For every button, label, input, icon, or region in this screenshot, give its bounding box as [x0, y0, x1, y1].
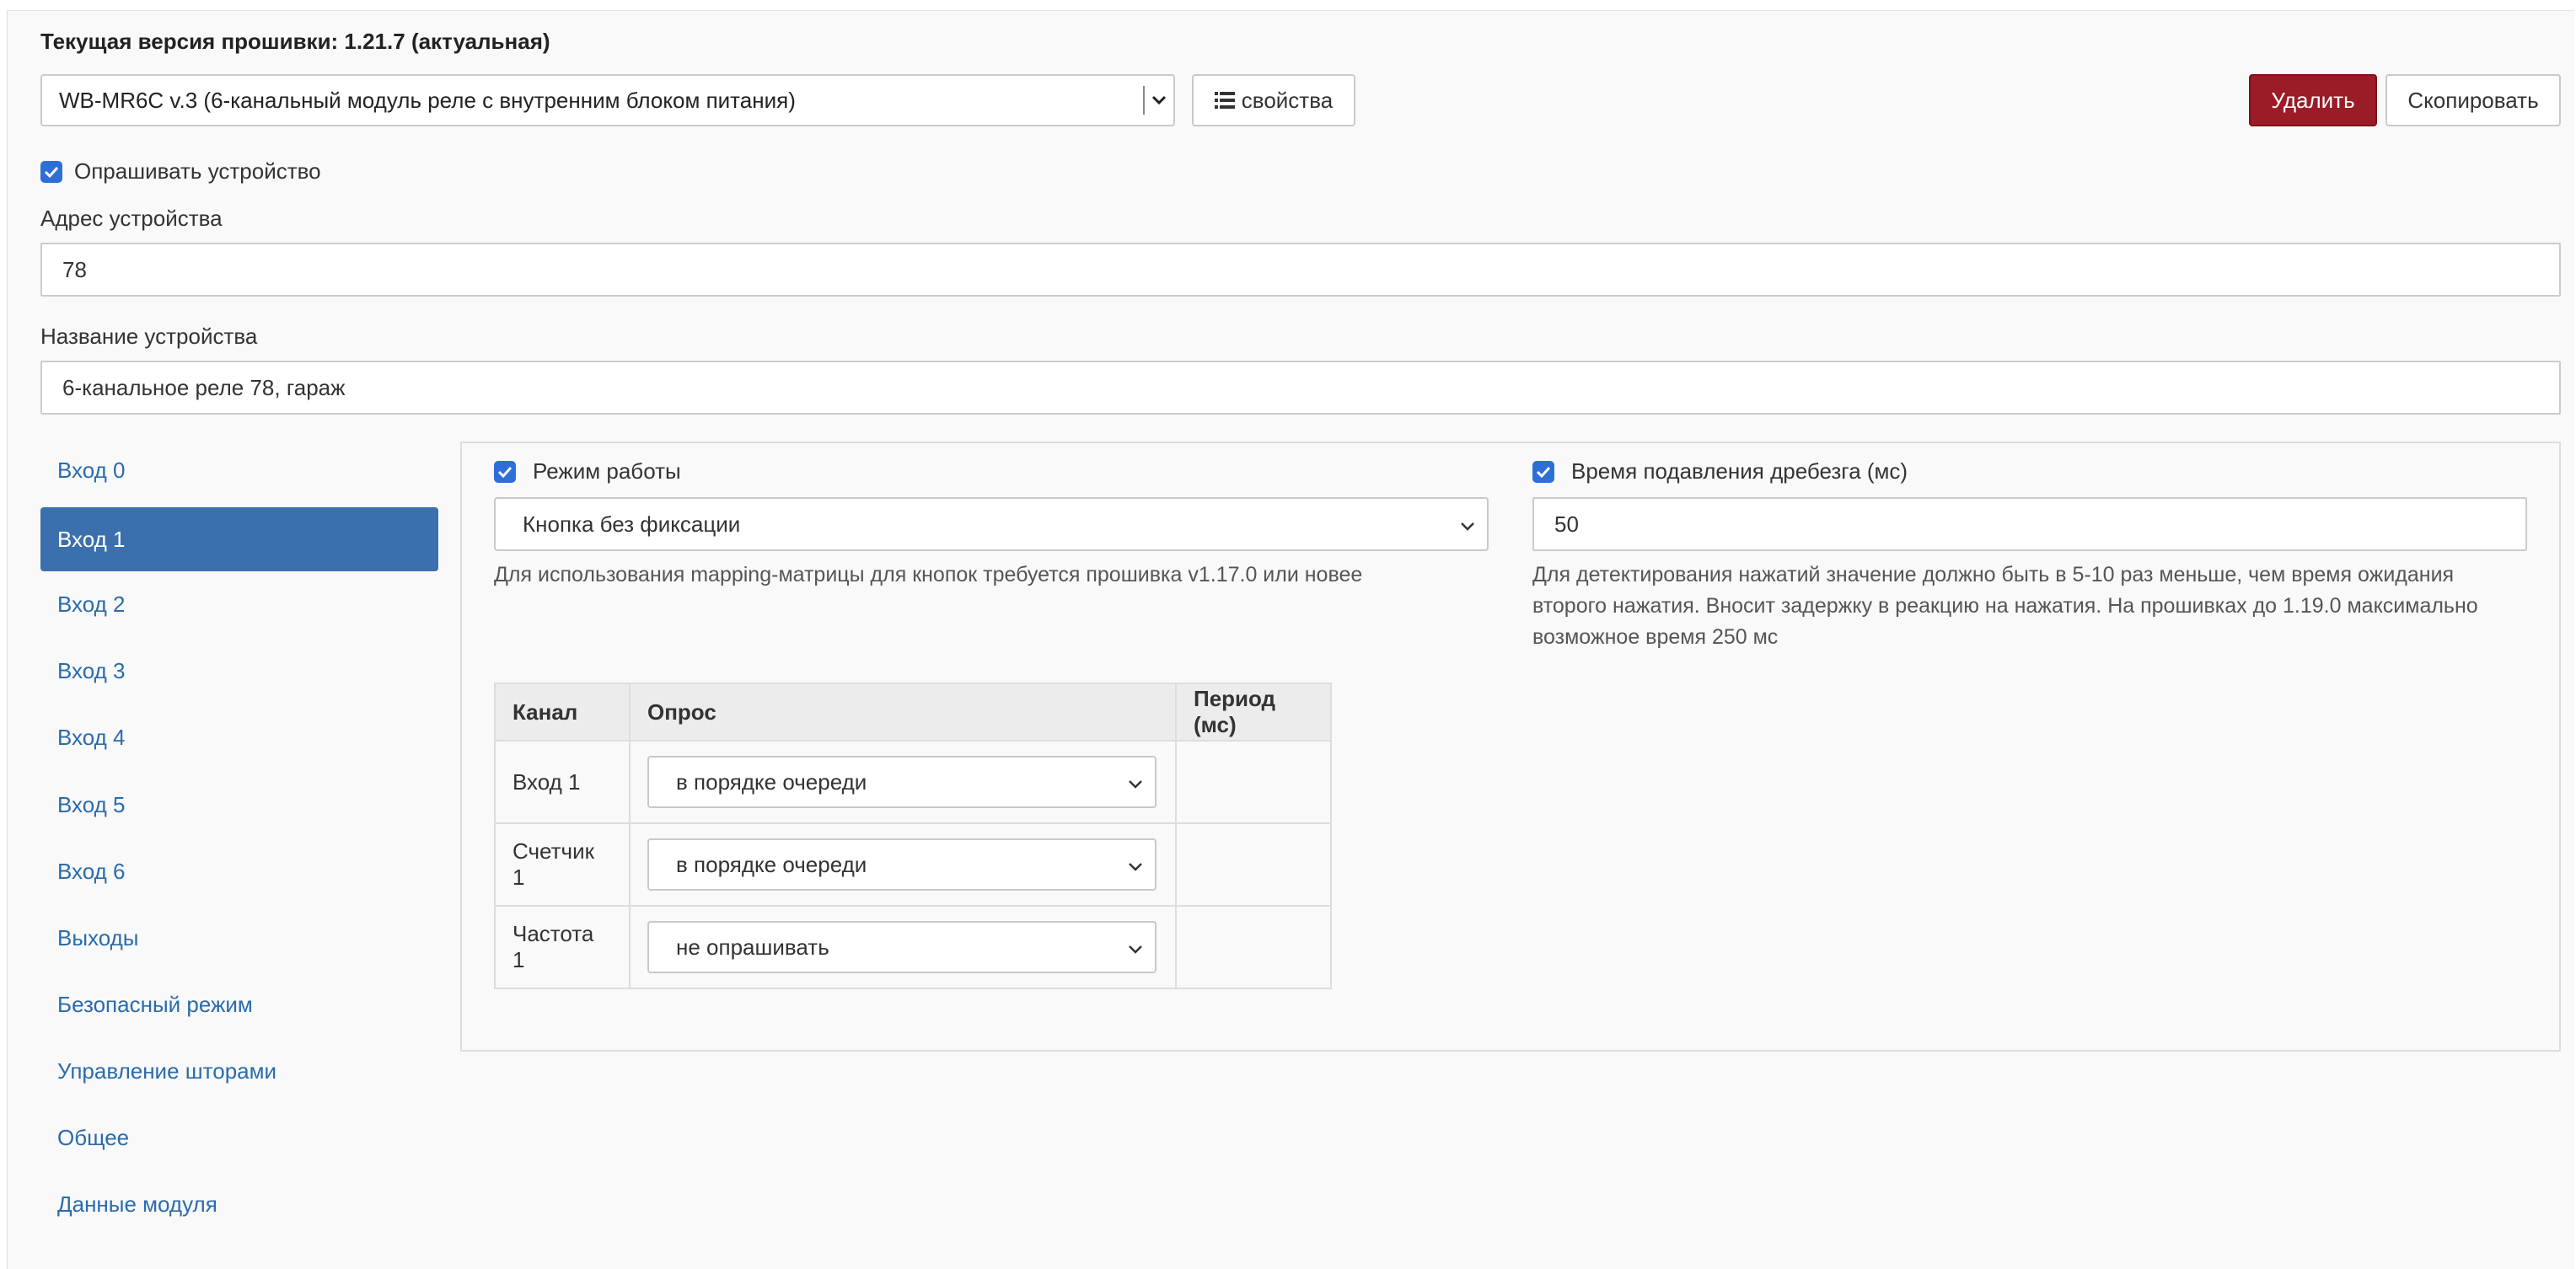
device-type-select[interactable]: WB-MR6C v.3 (6-канальный модуль реле с в… — [40, 74, 1175, 126]
poll-cell: в порядке очереди — [629, 822, 1177, 907]
period-cell[interactable] — [1175, 740, 1332, 824]
nav-item-outputs[interactable]: Выходы — [40, 906, 438, 970]
delete-button[interactable]: Удалить — [2249, 74, 2377, 126]
column-header-period: Период (мс) — [1175, 683, 1332, 742]
table-row: Счетчик 1 в порядке очереди — [494, 822, 1332, 907]
copy-button[interactable]: Скопировать — [2385, 74, 2561, 126]
properties-label: свойства — [1241, 87, 1334, 113]
mode-help: Для использования mapping-матрицы для кн… — [494, 563, 1363, 586]
debounce-help: Для детектирования нажатий значение долж… — [1532, 560, 2544, 653]
poll-select[interactable]: не опрашивать — [647, 921, 1157, 973]
column-header-poll: Опрос — [629, 683, 1177, 742]
period-cell[interactable] — [1175, 905, 1332, 989]
table-row: Вход 1 в порядке очереди — [494, 740, 1332, 824]
column-header-channel: Канал — [494, 683, 631, 742]
chevron-down-icon — [1128, 934, 1143, 961]
poll-cell: в порядке очереди — [629, 740, 1177, 824]
channel-name: Счетчик 1 — [494, 822, 631, 907]
poll-cell: не опрашивать — [629, 905, 1177, 989]
nav-item-input-1[interactable]: Вход 1 — [40, 507, 438, 571]
nav-item-input-4[interactable]: Вход 4 — [40, 705, 438, 769]
table-header-row: Канал Опрос Период (мс) — [494, 683, 1332, 742]
nav-item-safe-mode[interactable]: Безопасный режим — [40, 972, 438, 1036]
channel-name: Вход 1 — [494, 740, 631, 824]
mode-value: Кнопка без фиксации — [523, 511, 741, 537]
debounce-input[interactable]: 50 — [1532, 497, 2527, 551]
properties-button[interactable]: свойства — [1192, 74, 1355, 126]
firmware-version: Текущая версия прошивки: 1.21.7 (актуаль… — [40, 29, 550, 54]
mode-checkbox[interactable] — [494, 460, 516, 483]
poll-device-checkbox[interactable] — [40, 160, 62, 183]
device-type-value: WB-MR6C v.3 (6-канальный модуль реле с в… — [59, 87, 796, 113]
nav-item-general[interactable]: Общее — [40, 1106, 438, 1170]
poll-value: в порядке очереди — [676, 768, 867, 795]
poll-device-label: Опрашивать устройство — [74, 158, 321, 184]
mode-label: Режим работы — [533, 458, 681, 484]
poll-select[interactable]: в порядке очереди — [647, 838, 1157, 891]
mode-row: Режим работы — [494, 458, 681, 485]
nav-item-input-5[interactable]: Вход 5 — [40, 773, 438, 837]
debounce-help-line: Для детектирования нажатий значение долж… — [1532, 563, 2455, 586]
debounce-label: Время подавления дребезга (мс) — [1571, 458, 1908, 484]
debounce-help-line: второго нажатия. Вносит задержку в реакц… — [1532, 594, 2478, 618]
chevron-down-icon — [1145, 95, 1173, 105]
nav-item-input-0[interactable]: Вход 0 — [40, 438, 438, 502]
nav-item-curtains[interactable]: Управление шторами — [40, 1039, 438, 1103]
debounce-help-line: возможное время 250 мс — [1532, 625, 1779, 649]
chevron-down-icon — [1128, 852, 1143, 878]
chevron-down-icon — [1128, 769, 1143, 795]
list-icon — [1214, 91, 1235, 110]
address-label: Адрес устройства — [40, 206, 223, 231]
debounce-checkbox[interactable] — [1532, 460, 1554, 483]
period-cell[interactable] — [1175, 822, 1332, 907]
mode-select[interactable]: Кнопка без фиксации — [494, 497, 1489, 551]
table-row: Частота 1 не опрашивать — [494, 905, 1332, 989]
name-input[interactable]: 6-канальное реле 78, гараж — [40, 361, 2561, 415]
name-label: Название устройства — [40, 324, 258, 349]
poll-value: не опрашивать — [676, 934, 829, 960]
nav-item-input-2[interactable]: Вход 2 — [40, 572, 438, 636]
address-input[interactable]: 78 — [40, 243, 2561, 297]
poll-device-row: Опрашивать устройство — [40, 158, 321, 185]
channel-name: Частота 1 — [494, 905, 631, 989]
poll-value: в порядке очереди — [676, 851, 867, 877]
nav-item-module-data[interactable]: Данные модуля — [40, 1172, 438, 1236]
debounce-row: Время подавления дребезга (мс) — [1532, 458, 1908, 485]
nav-item-input-3[interactable]: Вход 3 — [40, 639, 438, 703]
chevron-down-icon — [1460, 511, 1475, 538]
channels-table: Канал Опрос Период (мс) Вход 1 в порядке… — [494, 683, 1332, 989]
poll-select[interactable]: в порядке очереди — [647, 756, 1157, 808]
nav-item-input-6[interactable]: Вход 6 — [40, 839, 438, 903]
